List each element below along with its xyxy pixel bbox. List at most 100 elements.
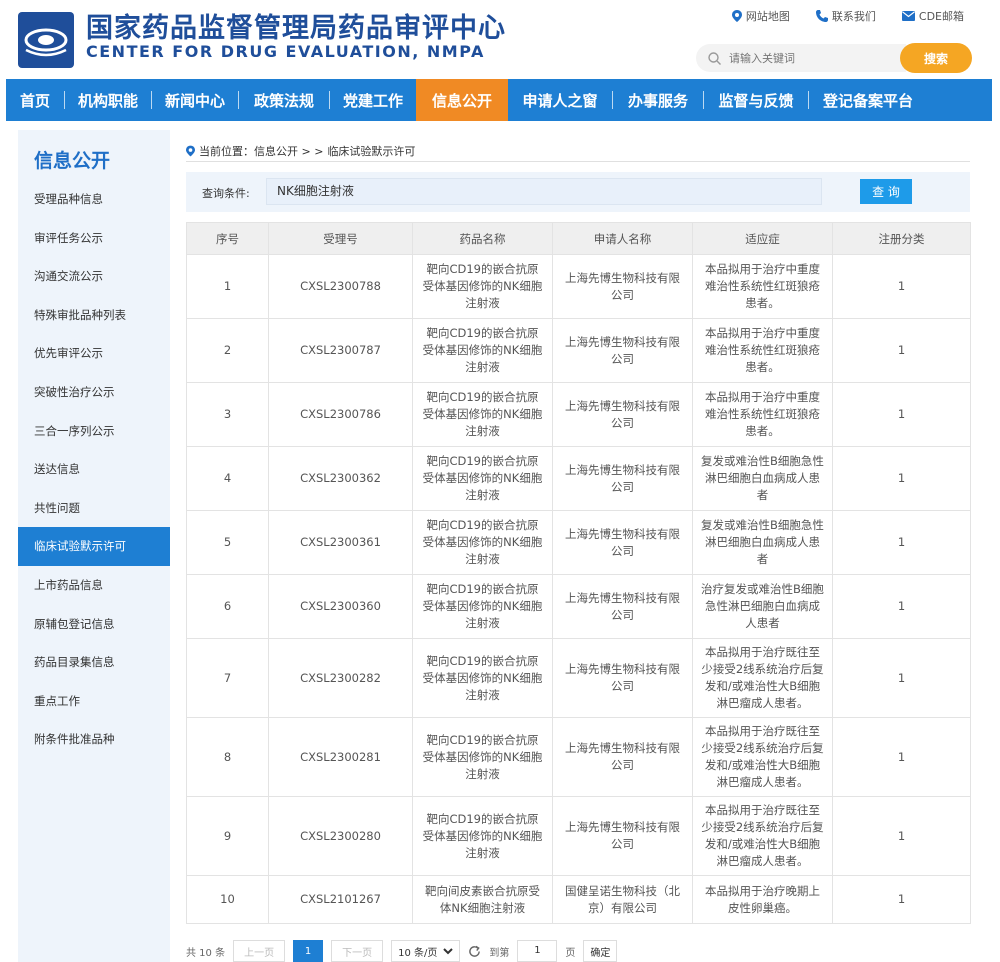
- page-unit-label: 页: [565, 947, 576, 959]
- cell-index: 1: [186, 254, 269, 319]
- phone-icon: [815, 10, 828, 22]
- cell-indication: 本品拟用于治疗中重度难治性系统性红斑狼疮患者。: [692, 382, 833, 447]
- query-button[interactable]: 查 询: [860, 179, 912, 204]
- sidebar-item[interactable]: 三合一序列公示: [18, 412, 170, 451]
- cell-acceptance-no: CXSL2300786: [268, 382, 413, 447]
- prev-page-button[interactable]: 上一页: [233, 940, 286, 962]
- cell-acceptance-no: CXSL2300361: [268, 510, 413, 575]
- breadcrumb-prefix[interactable]: 当前位置：信息公开 > >: [199, 143, 323, 159]
- sidebar-item[interactable]: 沟通交流公示: [18, 257, 170, 296]
- chevron-down-icon: [443, 947, 454, 954]
- sidebar-item[interactable]: 共性问题: [18, 489, 170, 528]
- top-link-mail[interactable]: CDE邮箱: [901, 8, 964, 24]
- col-header-indication: 适应症: [692, 222, 833, 255]
- sidebar: 信息公开 受理品种信息 审评任务公示 沟通交流公示 特殊审批品种列表 优先审评公…: [18, 130, 170, 962]
- nav-item-home[interactable]: 首页: [6, 79, 64, 121]
- table-row[interactable]: 1 CXSL2300788 靶向CD19的嵌合抗原受体基因修饰的NK细胞注射液 …: [186, 254, 971, 319]
- location-pin-icon: [186, 145, 195, 156]
- nav-item-applicant[interactable]: 申请人之窗: [508, 79, 612, 121]
- next-page-button[interactable]: 下一页: [331, 940, 384, 962]
- table-row[interactable]: 6 CXSL2300360 靶向CD19的嵌合抗原受体基因修饰的NK细胞注射液 …: [186, 574, 971, 639]
- cell-category: 1: [832, 510, 971, 575]
- cell-applicant: 上海先博生物科技有限公司: [552, 796, 693, 876]
- query-label: 查询条件:: [202, 187, 250, 200]
- cell-index: 2: [186, 318, 269, 383]
- sidebar-item[interactable]: 附条件批准品种: [18, 720, 170, 759]
- col-header-acceptance-no: 受理号: [268, 222, 413, 255]
- current-page-button[interactable]: 1: [293, 940, 324, 962]
- sidebar-item[interactable]: 送达信息: [18, 450, 170, 489]
- cell-indication: 本品拟用于治疗中重度难治性系统性红斑狼疮患者。: [692, 318, 833, 383]
- goto-page-input[interactable]: 1: [517, 940, 558, 962]
- sidebar-item[interactable]: 受理品种信息: [18, 180, 170, 219]
- top-link-label: CDE邮箱: [918, 10, 964, 23]
- sidebar-item[interactable]: 特殊审批品种列表: [18, 296, 170, 335]
- goto-confirm-button[interactable]: 确定: [583, 940, 618, 962]
- cell-drug-name: 靶向CD19的嵌合抗原受体基因修饰的NK细胞注射液: [412, 318, 553, 383]
- table-row[interactable]: 7 CXSL2300282 靶向CD19的嵌合抗原受体基因修饰的NK细胞注射液 …: [186, 638, 971, 718]
- cde-logo-icon: [18, 12, 74, 68]
- nav-item-registration[interactable]: 登记备案平台: [809, 79, 927, 121]
- cell-index: 8: [186, 717, 269, 797]
- table-row[interactable]: 8 CXSL2300281 靶向CD19的嵌合抗原受体基因修饰的NK细胞注射液 …: [186, 717, 971, 797]
- refresh-icon[interactable]: [468, 945, 481, 958]
- sidebar-item[interactable]: 原辅包登记信息: [18, 605, 170, 644]
- cell-category: 1: [832, 318, 971, 383]
- cell-indication: 治疗复发或难治性B细胞急性淋巴细胞白血病成人患者: [692, 574, 833, 639]
- nav-item-news[interactable]: 新闻中心: [152, 79, 238, 121]
- sidebar-item[interactable]: 突破性治疗公示: [18, 373, 170, 412]
- top-links: 网站地图 联系我们 CDE邮箱: [731, 8, 964, 24]
- nav-item-functions[interactable]: 机构职能: [65, 79, 151, 121]
- cell-index: 5: [186, 510, 269, 575]
- table-row[interactable]: 5 CXSL2300361 靶向CD19的嵌合抗原受体基因修饰的NK细胞注射液 …: [186, 510, 971, 575]
- cell-applicant: 上海先博生物科技有限公司: [552, 638, 693, 718]
- sidebar-item-clinical-trial[interactable]: 临床试验默示许可: [18, 527, 170, 566]
- cell-acceptance-no: CXSL2300788: [268, 254, 413, 319]
- search-button[interactable]: 搜索: [900, 43, 972, 73]
- mail-icon: [901, 11, 915, 21]
- sidebar-item[interactable]: 审评任务公示: [18, 219, 170, 258]
- nav-item-info-disclosure[interactable]: 信息公开: [416, 79, 508, 121]
- cell-acceptance-no: CXSL2300281: [268, 717, 413, 797]
- cell-applicant: 国健呈诺生物科技（北京）有限公司: [552, 875, 693, 924]
- sidebar-item[interactable]: 上市药品信息: [18, 566, 170, 605]
- col-header-index: 序号: [186, 222, 269, 255]
- cell-category: 1: [832, 254, 971, 319]
- page-size-label: 10 条/页: [398, 947, 438, 959]
- nav-item-party[interactable]: 党建工作: [330, 79, 416, 121]
- top-link-contact[interactable]: 联系我们: [815, 8, 876, 24]
- cell-acceptance-no: CXSL2101267: [268, 875, 413, 924]
- cell-acceptance-no: CXSL2300360: [268, 574, 413, 639]
- cell-applicant: 上海先博生物科技有限公司: [552, 574, 693, 639]
- breadcrumb: 当前位置：信息公开 > > 临床试验默示许可: [186, 140, 970, 162]
- cell-drug-name: 靶向间皮素嵌合抗原受体NK细胞注射液: [412, 875, 553, 924]
- table-row[interactable]: 10 CXSL2101267 靶向间皮素嵌合抗原受体NK细胞注射液 国健呈诺生物…: [186, 875, 971, 924]
- cell-index: 9: [186, 796, 269, 876]
- cell-acceptance-no: CXSL2300282: [268, 638, 413, 718]
- nav-item-feedback[interactable]: 监督与反馈: [704, 79, 808, 121]
- site-title-en: CENTER FOR DRUG EVALUATION, NMPA: [86, 42, 485, 61]
- sidebar-item[interactable]: 优先审评公示: [18, 334, 170, 373]
- table-row[interactable]: 3 CXSL2300786 靶向CD19的嵌合抗原受体基因修饰的NK细胞注射液 …: [186, 382, 971, 447]
- nav-item-policy[interactable]: 政策法规: [239, 79, 329, 121]
- sidebar-item[interactable]: 药品目录集信息: [18, 643, 170, 682]
- table-row[interactable]: 4 CXSL2300362 靶向CD19的嵌合抗原受体基因修饰的NK细胞注射液 …: [186, 446, 971, 511]
- cell-indication: 复发或难治性B细胞急性淋巴细胞白血病成人患者: [692, 446, 833, 511]
- top-link-sitemap[interactable]: 网站地图: [731, 8, 790, 24]
- cell-drug-name: 靶向CD19的嵌合抗原受体基因修饰的NK细胞注射液: [412, 382, 553, 447]
- site-title-cn: 国家药品监督管理局药品审评中心: [86, 13, 506, 44]
- table-row[interactable]: 9 CXSL2300280 靶向CD19的嵌合抗原受体基因修饰的NK细胞注射液 …: [186, 796, 971, 876]
- search-input[interactable]: [729, 51, 889, 65]
- query-input[interactable]: NK细胞注射液: [266, 178, 822, 205]
- cell-category: 1: [832, 796, 971, 876]
- nav-item-services[interactable]: 办事服务: [613, 79, 703, 121]
- page-size-select[interactable]: 10 条/页: [391, 940, 461, 962]
- sidebar-item[interactable]: 重点工作: [18, 682, 170, 721]
- cell-applicant: 上海先博生物科技有限公司: [552, 510, 693, 575]
- table-row[interactable]: 2 CXSL2300787 靶向CD19的嵌合抗原受体基因修饰的NK细胞注射液 …: [186, 318, 971, 383]
- cell-applicant: 上海先博生物科技有限公司: [552, 254, 693, 319]
- cell-indication: 复发或难治性B细胞急性淋巴细胞白血病成人患者: [692, 510, 833, 575]
- results-table: 序号 受理号 药品名称 申请人名称 适应症 注册分类 1 CXSL2300788…: [186, 222, 971, 924]
- search-box: [696, 44, 906, 72]
- cell-indication: 本品拟用于治疗晚期上皮性卵巢癌。: [692, 875, 833, 924]
